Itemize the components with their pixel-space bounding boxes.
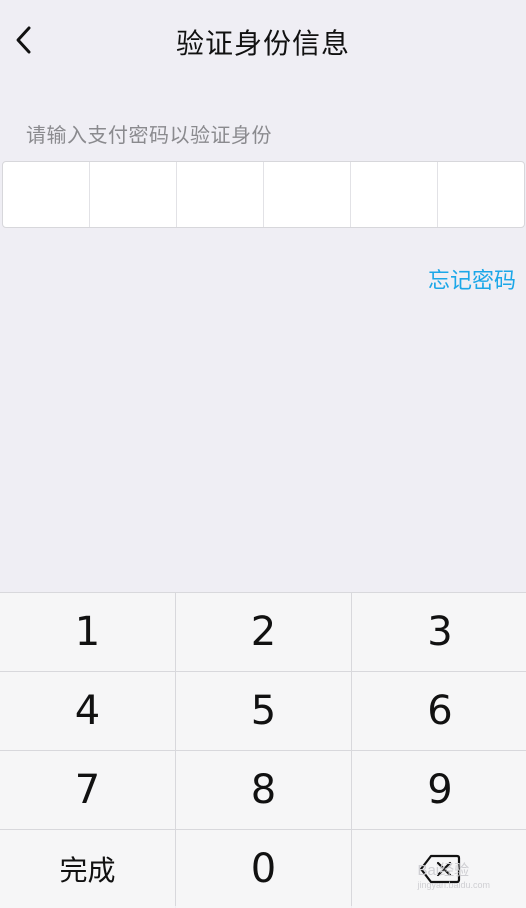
key-7[interactable]: 7: [0, 751, 175, 829]
navigation-bar: 验证身份信息: [0, 0, 526, 80]
pin-cell[interactable]: [438, 162, 524, 227]
page-title: 验证身份信息: [175, 27, 350, 60]
pin-cell[interactable]: [264, 162, 351, 227]
key-6[interactable]: 6: [352, 672, 526, 750]
key-0[interactable]: 0: [176, 830, 351, 908]
numeric-keypad: 1 2 3 4 5 6 7 8 9 完成 0: [0, 592, 526, 908]
key-9[interactable]: 9: [352, 751, 526, 829]
forgot-password-link[interactable]: 忘记密码: [428, 263, 516, 295]
key-4[interactable]: 4: [0, 672, 175, 750]
done-button[interactable]: 完成: [0, 830, 175, 908]
key-3[interactable]: 3: [352, 593, 526, 671]
watermark-text: Bai经验: [417, 862, 470, 879]
key-1[interactable]: 1: [0, 593, 175, 671]
key-8[interactable]: 8: [176, 751, 351, 829]
pin-cell[interactable]: [90, 162, 177, 227]
pin-input[interactable]: [2, 161, 525, 228]
pin-cell[interactable]: [351, 162, 438, 227]
key-5[interactable]: 5: [176, 672, 351, 750]
pin-cell[interactable]: [177, 162, 264, 227]
watermark: Bai经验 jingyan.baidu.com: [417, 863, 490, 890]
pin-cell[interactable]: [3, 162, 90, 227]
key-2[interactable]: 2: [176, 593, 351, 671]
password-prompt: 请输入支付密码以验证身份: [26, 123, 272, 147]
watermark-url: jingyan.baidu.com: [417, 880, 490, 890]
